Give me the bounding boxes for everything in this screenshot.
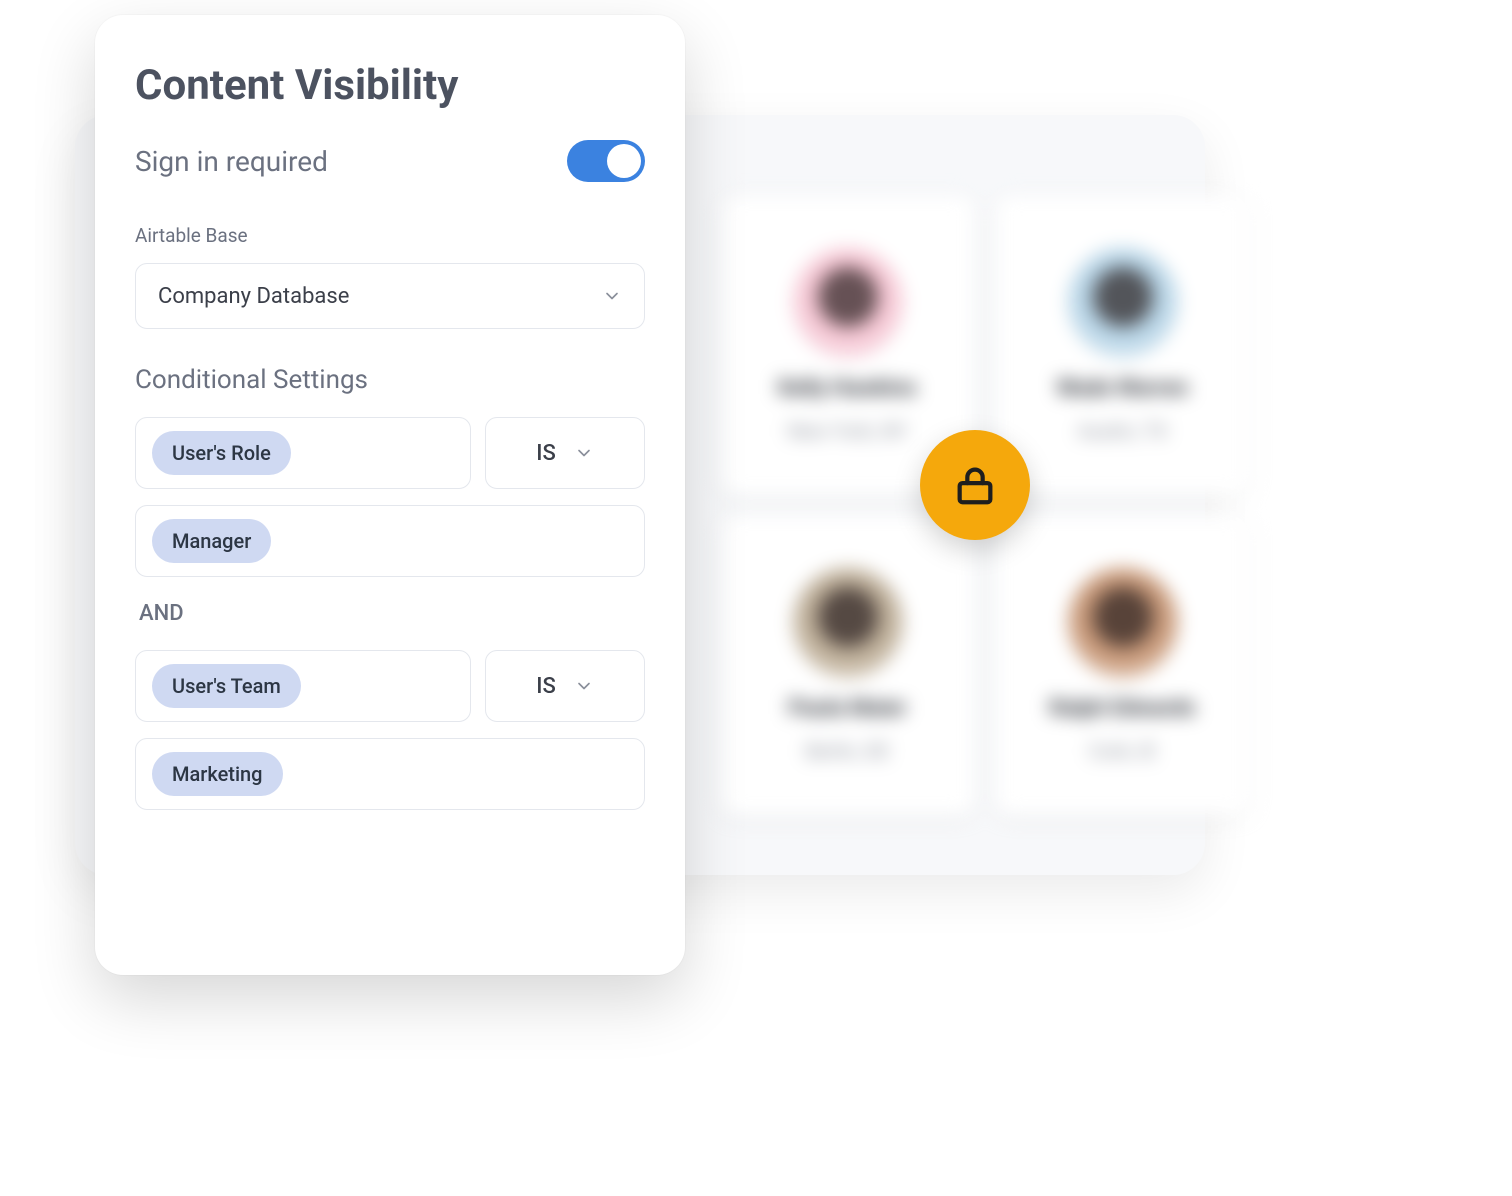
airtable-base-select[interactable]: Company Database [135, 263, 645, 329]
lock-badge [920, 430, 1030, 540]
panel-title: Content Visibility [135, 61, 645, 110]
chevron-down-icon [574, 443, 594, 463]
team-member-location: Cork, IE [1089, 739, 1156, 763]
content-visibility-panel: Content Visibility Sign in required Airt… [95, 15, 685, 975]
team-member-location: New York, NY [788, 419, 907, 443]
chevron-down-icon [602, 286, 622, 306]
airtable-base-label: Airtable Base [135, 224, 645, 247]
lock-icon [952, 462, 998, 508]
signin-required-toggle[interactable] [567, 140, 645, 182]
condition-field-chip[interactable]: User's Role [152, 431, 291, 475]
condition-value-select[interactable]: Marketing [135, 738, 645, 810]
conditional-settings-heading: Conditional Settings [135, 365, 645, 395]
team-member-name: Kelly Hawkins [778, 376, 916, 401]
chevron-down-icon [574, 676, 594, 696]
condition-operator-select[interactable]: IS [485, 650, 645, 722]
condition-value-chip[interactable]: Manager [152, 519, 271, 563]
team-card: Wade Warren Austin, TX [995, 195, 1250, 495]
signin-required-label: Sign in required [135, 145, 328, 178]
team-member-location: Berlin, DE [805, 739, 889, 763]
team-member-location: Austin, TX [1078, 419, 1168, 443]
condition-field-chip[interactable]: User's Team [152, 664, 301, 708]
airtable-base-value: Company Database [158, 284, 349, 309]
condition-field-select[interactable]: User's Team [135, 650, 471, 722]
avatar [1068, 248, 1178, 358]
condition-operator-value: IS [536, 674, 556, 699]
toggle-knob [607, 144, 641, 178]
team-card: Ralph Edwards Cork, IE [995, 515, 1250, 815]
team-member-name: Ralph Edwards [1050, 696, 1196, 721]
condition-operator-select[interactable]: IS [485, 417, 645, 489]
team-member-name: Wade Warren [1057, 376, 1188, 401]
condition-operator-value: IS [536, 441, 556, 466]
team-member-name: Paula Maier [788, 696, 906, 721]
condition-value-chip[interactable]: Marketing [152, 752, 283, 796]
team-card: Paula Maier Berlin, DE [720, 515, 975, 815]
avatar [793, 568, 903, 678]
avatar [793, 248, 903, 358]
condition-joiner: AND [139, 601, 645, 626]
avatar [1068, 568, 1178, 678]
condition-value-select[interactable]: Manager [135, 505, 645, 577]
condition-field-select[interactable]: User's Role [135, 417, 471, 489]
